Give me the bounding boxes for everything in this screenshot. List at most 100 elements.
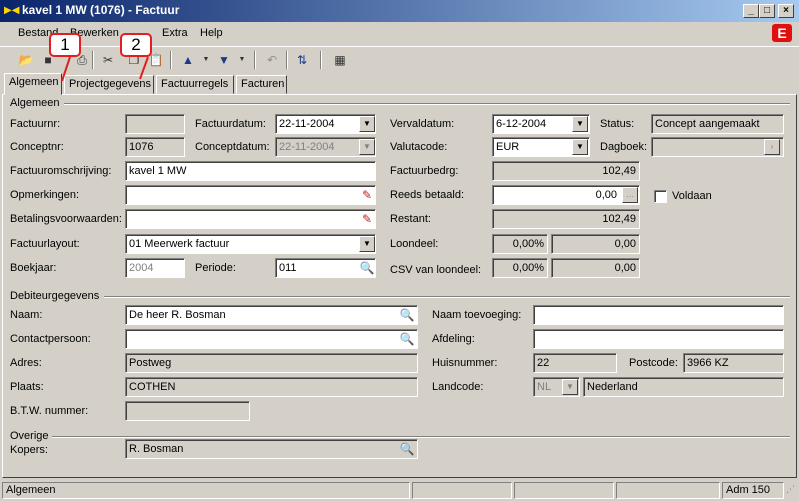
periode-label: Periode: <box>195 262 236 274</box>
factuurbedrg-field: 102,49 <box>492 161 640 181</box>
factuurnr-label: Factuurnr: <box>10 118 61 130</box>
section-debiteurgegevens: Debiteurgegevens <box>10 290 100 302</box>
land-field: Nederland <box>583 377 784 397</box>
factuurlayout-dropdown-icon[interactable]: ▼ <box>359 236 375 252</box>
factuurdatum-label: Factuurdatum: <box>195 118 266 130</box>
conceptnr-field: 1076 <box>125 137 185 157</box>
reeds-betaald-label: Reeds betaald: <box>390 189 464 201</box>
brand-logo-icon: E <box>772 24 792 42</box>
huisnummer-field: 22 <box>533 353 617 373</box>
status-bar: Algemeen Adm 150 ⋰ <box>0 480 799 501</box>
factuurlayout-select[interactable]: 01 Meerwerk factuur <box>125 234 376 254</box>
callout-1-pointer <box>61 56 71 82</box>
opmerkingen-edit-icon[interactable]: ✎ <box>359 187 375 203</box>
contactpersoon-input[interactable] <box>125 329 418 349</box>
naam-toevoeging-label: Naam toevoeging: <box>432 309 522 321</box>
huisnummer-label: Huisnummer: <box>432 357 498 369</box>
betalingsvoorwaarden-edit-icon[interactable]: ✎ <box>359 211 375 227</box>
cut-icon[interactable]: ✂ <box>98 50 118 70</box>
btw-nummer-label: B.T.W. nummer: <box>10 405 89 417</box>
reeds-betaald-more-icon[interactable]: … <box>622 187 638 203</box>
callout-1: 1 <box>49 33 81 57</box>
callout-2-pointer <box>139 56 149 80</box>
kopers-search-icon[interactable]: 🔍 <box>399 441 415 457</box>
restant-field: 102,49 <box>492 209 640 229</box>
plaats-field: COTHEN <box>125 377 418 397</box>
dagboek-label: Dagboek: <box>600 141 648 153</box>
factuuromschrijving-input[interactable]: kavel 1 MW <box>125 161 376 181</box>
next-record-icon[interactable]: ▼ <box>214 50 234 70</box>
csv-pct-field: 0,00% <box>492 258 548 278</box>
title-bar: ▶◀ kavel 1 MW (1076) - Factuur _ □ × <box>0 0 799 22</box>
naam-label: Naam: <box>10 309 43 321</box>
callout-2: 2 <box>120 33 152 57</box>
factuurdatum-dropdown-icon[interactable]: ▼ <box>359 116 375 132</box>
voldaan-checkbox[interactable] <box>654 190 667 203</box>
boekjaar-label: Boekjaar: <box>10 262 57 274</box>
factuurlayout-label: Factuurlayout: <box>10 238 80 250</box>
betalingsvoorwaarden-label: Betalingsvoorwaarden: <box>10 213 122 225</box>
naam-toevoeging-input[interactable] <box>533 305 784 325</box>
maximize-button[interactable]: □ <box>759 4 775 18</box>
boekjaar-field: 2004 <box>125 258 185 278</box>
section-algemeen: Algemeen <box>10 97 60 109</box>
reeds-betaald-input[interactable]: 0,00 <box>492 185 640 205</box>
landcode-label: Landcode: <box>432 381 484 393</box>
status-panel <box>514 482 614 499</box>
previous-dropdown-icon[interactable]: ▼ <box>196 50 216 70</box>
csv-field: 0,00 <box>551 258 640 278</box>
naam-search-icon[interactable]: 🔍 <box>399 307 415 323</box>
vervaldatum-dropdown-icon[interactable]: ▼ <box>572 116 588 132</box>
open-icon[interactable]: 📂 <box>16 50 36 70</box>
status-text: Algemeen <box>2 482 410 499</box>
opmerkingen-input[interactable] <box>125 185 376 205</box>
postcode-field: 3966 KZ <box>683 353 784 373</box>
close-button[interactable]: × <box>778 4 794 18</box>
status-label: Status: <box>600 118 635 130</box>
btw-nummer-field <box>125 401 250 421</box>
toolbar-separator <box>170 51 172 69</box>
contactpersoon-search-icon[interactable]: 🔍 <box>399 331 415 347</box>
section-overige: Overige <box>10 430 49 442</box>
naam-input[interactable]: De heer R. Bosman <box>125 305 418 325</box>
next-dropdown-icon[interactable]: ▼ <box>232 50 252 70</box>
layout-icon[interactable]: ▦ <box>330 50 350 70</box>
conceptdatum-dropdown-icon: ▼ <box>359 139 375 155</box>
loondeel-field: 0,00 <box>551 234 640 254</box>
afdeling-label: Afdeling: <box>432 333 475 345</box>
csv-loondeel-label: CSV van loondeel: <box>390 264 482 276</box>
previous-record-icon[interactable]: ▲ <box>178 50 198 70</box>
tab-facturen[interactable]: Facturen <box>236 75 287 94</box>
dagboek-lookup-icon: › <box>764 139 780 155</box>
resize-grip-icon[interactable]: ⋰ <box>786 484 797 498</box>
menu-help[interactable]: Help <box>200 27 223 39</box>
afdeling-input[interactable] <box>533 329 784 349</box>
refresh-icon[interactable]: ⇅ <box>292 50 312 70</box>
betalingsvoorwaarden-input[interactable] <box>125 209 376 229</box>
toolbar-separator <box>254 51 256 69</box>
landcode-dropdown-icon: ▼ <box>562 379 578 395</box>
section-divider <box>104 296 790 298</box>
tab-factuurregels[interactable]: Factuurregels <box>156 75 234 94</box>
menu-extra[interactable]: Extra <box>162 27 188 39</box>
administration-indicator: Adm 150 <box>722 482 784 499</box>
contactpersoon-label: Contactpersoon: <box>10 333 91 345</box>
periode-search-icon[interactable]: 🔍 <box>359 260 375 276</box>
factuuromschrijving-label: Factuuromschrijving: <box>10 165 112 177</box>
toolbar-separator <box>286 51 288 69</box>
toolbar-separator <box>92 51 94 69</box>
tab-algemeen[interactable]: Algemeen <box>4 73 62 95</box>
status-panel <box>616 482 720 499</box>
valutacode-label: Valutacode: <box>390 141 448 153</box>
valutacode-dropdown-icon[interactable]: ▼ <box>572 139 588 155</box>
app-icon: ▶◀ <box>4 5 20 16</box>
section-divider <box>52 436 790 438</box>
status-panel <box>412 482 512 499</box>
adres-field: Postweg <box>125 353 418 373</box>
kopers-field: R. Bosman <box>125 439 418 459</box>
loondeel-label: Loondeel: <box>390 238 439 250</box>
factuurnr-field <box>125 114 185 134</box>
vervaldatum-label: Vervaldatum: <box>390 118 455 130</box>
minimize-button[interactable]: _ <box>743 4 759 18</box>
undo-icon[interactable]: ↶ <box>262 50 282 70</box>
